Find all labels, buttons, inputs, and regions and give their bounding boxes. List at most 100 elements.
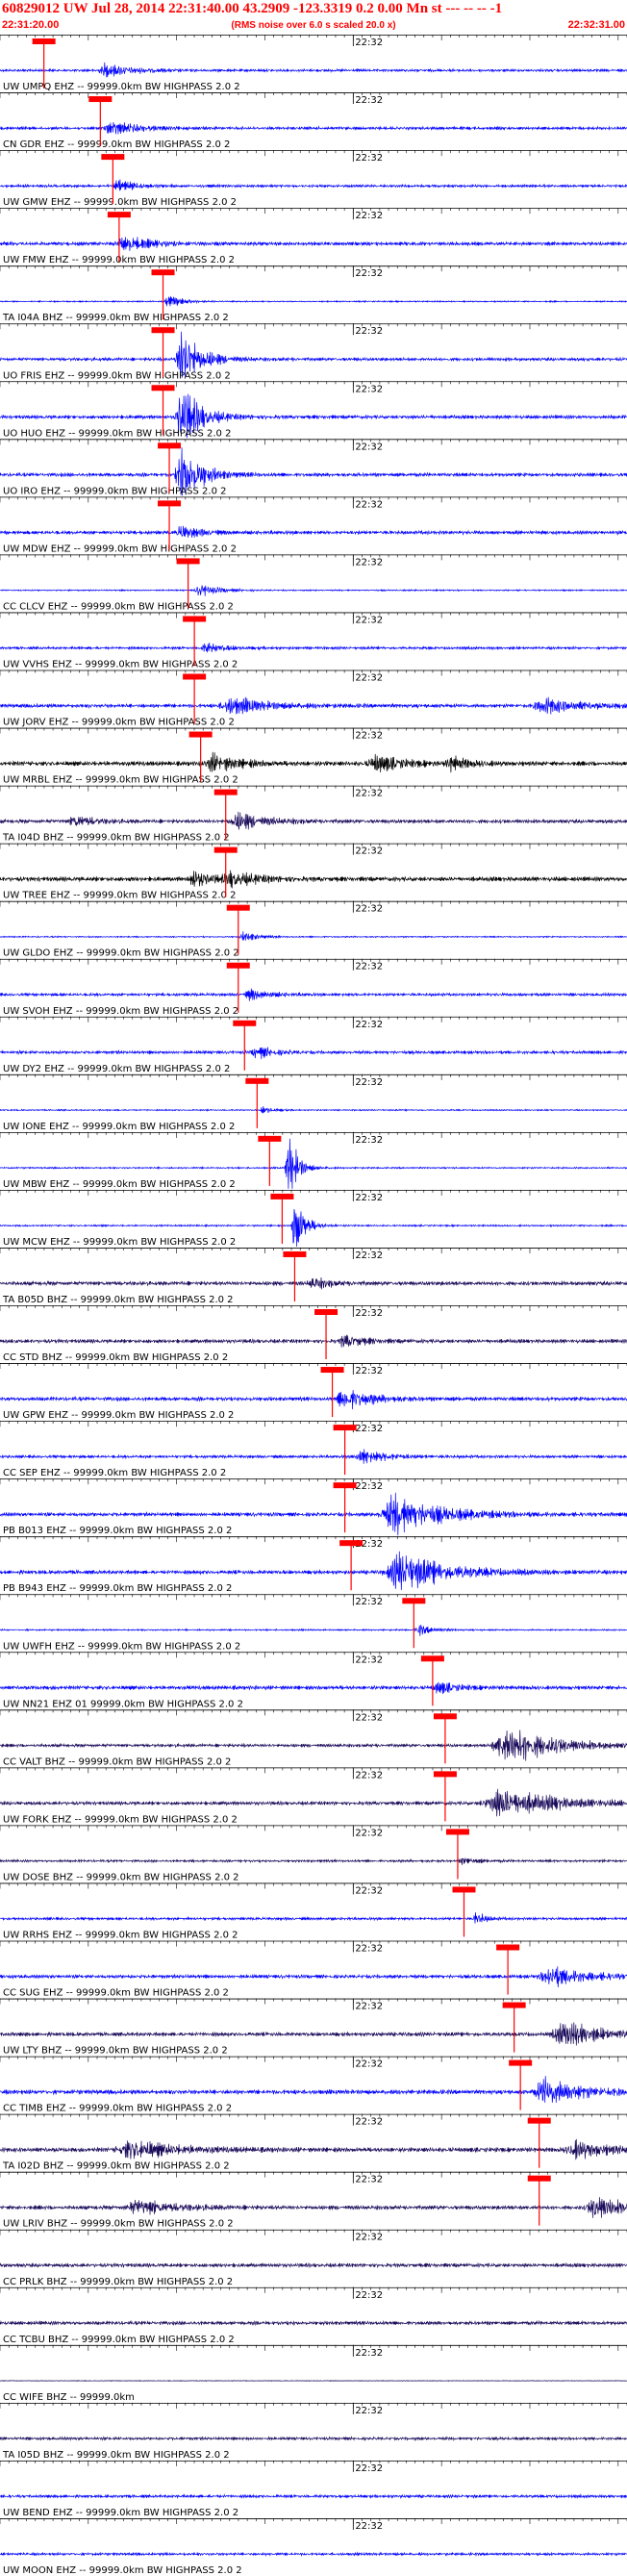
- waveform-trace: [0, 1105, 627, 1114]
- station-label: UW JORV EHZ -- 99999.0km BW HIGHPASS 2.0…: [3, 718, 235, 728]
- phase-pick-flag: [509, 2059, 533, 2066]
- station-label: CC CLCV EHZ -- 99999.0km BW HIGHPASS 2.0…: [3, 601, 234, 612]
- phase-pick-flag: [183, 616, 207, 622]
- minute-marker-label: 22:32: [355, 1712, 383, 1723]
- station-label: UW MRBL EHZ -- 99999.0km BW HIGHPASS 2.0…: [3, 775, 238, 786]
- minute-marker-label: 22:32: [355, 904, 383, 915]
- minute-marker-label: 22:32: [355, 962, 383, 972]
- waveform-trace: [0, 751, 627, 773]
- waveform-trace: [0, 696, 627, 715]
- end-time-label: 22:32:31.00: [567, 19, 625, 31]
- phase-pick-flag: [527, 2175, 551, 2182]
- waveform-trace: [0, 1788, 627, 1817]
- station-label: UW GPW EHZ -- 99999.0km BW HIGHPASS 2.0 …: [3, 1410, 234, 1421]
- station-label: UW IONE EHZ -- 99999.0km BW HIGHPASS 2.0…: [3, 1122, 235, 1132]
- phase-pick-flag: [333, 1482, 357, 1489]
- phase-pick-flag: [213, 846, 238, 853]
- phase-pick-flag: [320, 1367, 344, 1374]
- minute-marker-label: 22:32: [355, 1424, 383, 1434]
- waveform-trace: [0, 931, 627, 941]
- station-label: UW LRIV BHZ -- 99999.0km BW HIGHPASS 2.0…: [3, 2219, 234, 2230]
- station-label: UW DOSE BHZ -- 99999.0km BW HIGHPASS 2.0…: [3, 1872, 239, 1882]
- waveform-trace: [0, 643, 627, 653]
- waveform-trace: [0, 1276, 627, 1290]
- station-label: UW UMPQ EHZ -- 99999.0km BW HIGHPASS 2.0…: [3, 82, 240, 92]
- minute-marker-label: 22:32: [355, 1828, 383, 1838]
- station-label: UO HUO EHZ -- 99999.0km BW HIGHPASS 2.0 …: [3, 428, 231, 439]
- phase-pick-flag: [176, 558, 200, 565]
- station-label: TA I04D BHZ -- 99999.0km BW HIGHPASS 2.0…: [2, 833, 230, 844]
- waveform-trace: [0, 2261, 627, 2269]
- station-label: UW SVOH EHZ -- 99999.0km BW HIGHPASS 2.0…: [3, 1006, 238, 1017]
- waveform-trace: [0, 585, 627, 596]
- waveform-trace: [0, 811, 627, 830]
- waveform-trace: [0, 62, 627, 78]
- station-label: CC VALT BHZ -- 99999.0km BW HIGHPASS 2.0…: [3, 1756, 231, 1767]
- event-title: 60829012 UW Jul 28, 2014 22:31:40.00 43.…: [2, 1, 503, 16]
- waveform-trace: [0, 1912, 627, 1924]
- minute-marker-label: 22:32: [355, 2521, 383, 2532]
- station-label: CC TIMB EHZ -- 99999.0km BW HIGHPASS 2.0…: [3, 2104, 232, 2114]
- phase-pick-flag: [502, 2002, 526, 2008]
- minute-marker-label: 22:32: [355, 2348, 383, 2359]
- station-label: UW MBW EHZ -- 99999.0km BW HIGHPASS 2.0 …: [3, 1179, 236, 1190]
- phase-pick-flag: [452, 1886, 476, 1893]
- waveform-trace: [0, 1390, 627, 1410]
- minute-marker-label: 22:32: [355, 326, 383, 337]
- waveform-trace: [0, 2138, 627, 2160]
- waveform-trace: [0, 2380, 627, 2383]
- phase-pick-flag: [88, 96, 113, 103]
- scale-note: (RMS noise over 6.0 s scaled 20.0 x): [231, 20, 396, 31]
- minute-marker-label: 22:32: [355, 2290, 383, 2301]
- minute-marker-label: 22:32: [355, 384, 383, 394]
- waveform-trace: [0, 525, 627, 538]
- minute-marker-label: 22:32: [355, 1193, 383, 1203]
- waveform-trace: [0, 988, 627, 1001]
- waveform-trace: [0, 295, 627, 307]
- phase-pick-flag: [107, 212, 131, 218]
- waveform-trace: [0, 237, 627, 251]
- minute-marker-label: 22:32: [355, 1366, 383, 1376]
- station-label: UO IRO EHZ -- 99999.0km BW HIGHPASS 2.0 …: [3, 486, 227, 496]
- phase-pick-flag: [420, 1655, 444, 1662]
- phase-pick-flag: [333, 1425, 357, 1431]
- phase-pick-flag: [339, 1540, 364, 1547]
- minute-marker-label: 22:32: [355, 1944, 383, 1955]
- minute-marker-label: 22:32: [355, 2175, 383, 2185]
- station-label: CC WIFE BHZ -- 99999.0km: [3, 2392, 135, 2403]
- phase-pick-flag: [402, 1598, 426, 1604]
- minute-marker-label: 22:32: [355, 499, 383, 510]
- minute-marker-label: 22:32: [355, 673, 383, 684]
- station-label: UW MOON EHZ -- 99999.0km BW HIGHPASS 2.0…: [3, 2565, 242, 2576]
- waveform-trace: [0, 2076, 627, 2103]
- waveform-trace: [0, 1966, 627, 1988]
- minute-marker-label: 22:32: [355, 1077, 383, 1088]
- minute-marker-label: 22:32: [355, 95, 383, 106]
- minute-marker-label: 22:32: [355, 2463, 383, 2474]
- phase-pick-flag: [213, 789, 238, 796]
- minute-marker-label: 22:32: [355, 846, 383, 857]
- minute-marker-label: 22:32: [355, 268, 383, 279]
- waveform-trace: [0, 2551, 627, 2557]
- minute-marker-label: 22:32: [355, 1597, 383, 1607]
- phase-pick-flag: [433, 1713, 457, 1720]
- minute-marker-label: 22:32: [355, 442, 383, 452]
- phase-pick-flag: [314, 1309, 339, 1315]
- minute-marker-label: 22:32: [355, 1135, 383, 1146]
- station-label: UW BEND EHZ -- 99999.0km BW HIGHPASS 2.0…: [3, 2508, 238, 2518]
- phase-pick-flag: [158, 442, 182, 449]
- waveform-trace: [0, 2319, 627, 2327]
- station-label: UW NN21 EHZ 01 99999.0km BW HIGHPASS 2.0…: [3, 1699, 243, 1709]
- station-label: TA I02D BHZ -- 99999.0km BW HIGHPASS 2.0…: [2, 2161, 230, 2172]
- station-label: TA I05D BHZ -- 99999.0km BW HIGHPASS 2.0…: [2, 2450, 230, 2461]
- minute-marker-label: 22:32: [355, 38, 383, 48]
- station-label: CC PRLK BHZ -- 99999.0km BW HIGHPASS 2.0…: [3, 2277, 233, 2287]
- waveform-trace: [0, 1449, 627, 1464]
- phase-pick-flag: [258, 1135, 282, 1142]
- minute-marker-label: 22:32: [355, 1020, 383, 1030]
- minute-marker-label: 22:32: [355, 1654, 383, 1665]
- phase-pick-flag: [158, 500, 182, 507]
- waveform-trace: [0, 179, 627, 191]
- minute-marker-label: 22:32: [355, 1481, 383, 1492]
- minute-marker-label: 22:32: [355, 153, 383, 164]
